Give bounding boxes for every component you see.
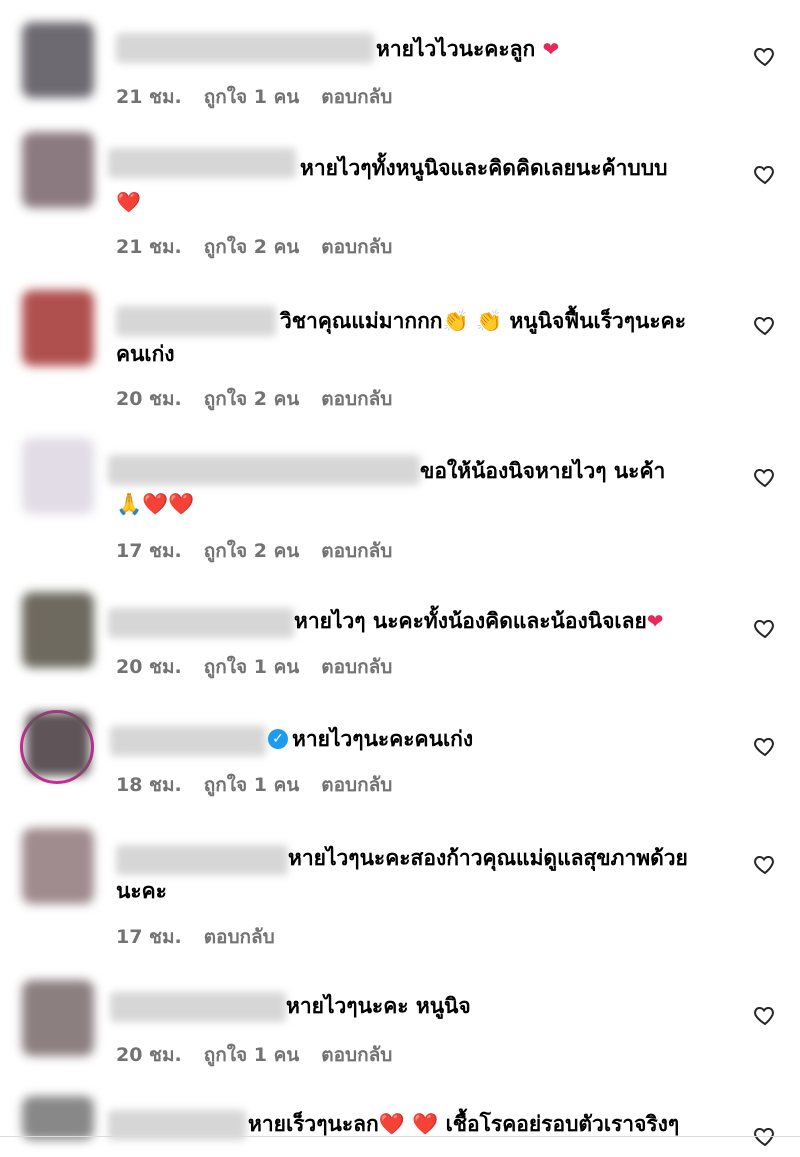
heart-emoji: ❤ [542, 37, 560, 61]
heart-outline-icon[interactable] [752, 852, 778, 876]
comment-text-line2: คนเก่ง [116, 342, 175, 366]
avatar[interactable] [22, 438, 94, 514]
reply-button[interactable]: ตอบกลับ [321, 770, 392, 800]
reply-button[interactable]: ตอบกลับ [321, 536, 392, 566]
comment-text: หายไวๆนะคะสองก้าวคุณแม่ดูแลสุขภาพด้วย [288, 842, 688, 875]
comment-meta: 21 ชม. ถูกใจ 2 คน ตอบกลับ [116, 232, 392, 262]
heart-outline-icon[interactable] [752, 162, 778, 186]
comment-time: 18 ชม. [116, 774, 182, 796]
heart-emoji: ❤️ [116, 190, 141, 214]
comment-meta: 21 ชม. ถูกใจ 1 คน ตอบกลับ [116, 82, 392, 112]
avatar[interactable] [22, 828, 94, 904]
like-count[interactable]: ถูกใจ 1 คน [204, 652, 300, 682]
avatar[interactable] [22, 290, 94, 366]
reply-button[interactable]: ตอบกลับ [204, 922, 275, 952]
like-count[interactable]: ถูกใจ 1 คน [204, 82, 300, 112]
reply-button[interactable]: ตอบกลับ [321, 232, 392, 262]
emoji-line: 🙏❤️❤️ [116, 492, 195, 516]
reply-button[interactable]: ตอบกลับ [321, 1040, 392, 1070]
comment-meta: 20 ชม. ถูกใจ 1 คน ตอบกลับ [116, 652, 392, 682]
avatar[interactable] [22, 132, 94, 208]
comment-meta: 17 ชม. ถูกใจ 2 คน ตอบกลับ [116, 536, 392, 566]
avatar[interactable] [22, 980, 94, 1056]
heart-outline-icon[interactable] [752, 1003, 778, 1027]
username-redacted[interactable] [108, 148, 296, 178]
heart-outline-icon[interactable] [752, 313, 778, 337]
comment-time: 21 ชม. [116, 236, 182, 258]
comment-text: วิชาคุณแม่มากกก👏 👏 หนูนิจฟื้นเร็วๆนะคะ [280, 305, 686, 338]
comment-text: หายไวไวนะคะลูก ❤ [376, 33, 559, 66]
comment-text: หายไวๆนะคะ หนูนิจ [286, 990, 471, 1023]
comment-time: 17 ชม. [116, 540, 182, 562]
comment-body: หายไวๆนะคะสองก้าวคุณแม่ดูแลสุขภาพด้วย [288, 846, 688, 870]
comment-text: หายไวๆนะคะคนเก่ง [292, 723, 473, 756]
avatar[interactable] [22, 22, 94, 98]
comment-body: หายไวๆ นะคะทั้งน้องคิดและน้องนิจเลย [294, 609, 647, 633]
username-redacted[interactable] [116, 845, 288, 875]
heart-outline-icon[interactable] [752, 465, 778, 489]
username-redacted[interactable] [110, 726, 266, 756]
username-redacted[interactable] [116, 33, 374, 63]
like-count[interactable]: ถูกใจ 2 คน [204, 536, 300, 566]
avatar[interactable] [22, 592, 94, 668]
comment-text-line2: นะคะ [116, 879, 167, 903]
comment-meta: 20 ชม. ถูกใจ 1 คน ตอบกลับ [116, 1040, 392, 1070]
like-count[interactable]: ถูกใจ 2 คน [204, 384, 300, 414]
heart-outline-icon[interactable] [752, 616, 778, 640]
heart-outline-icon[interactable] [752, 44, 778, 68]
avatar[interactable] [26, 712, 90, 776]
heart-outline-icon[interactable] [752, 734, 778, 758]
comment-body-cont: ❤️ ❤️ เชื้อโรคอย่รอบตัวเราจริงๆ [378, 1112, 680, 1136]
username-redacted[interactable] [110, 992, 286, 1022]
comment-body: หายไวๆนะคะคนเก่ง [292, 727, 474, 751]
comment-time: 20 ชม. [116, 388, 182, 410]
reply-button[interactable]: ตอบกลับ [321, 652, 392, 682]
username-redacted[interactable] [108, 608, 294, 638]
comment-body: หายไวๆนะคะ หนูนิจ [286, 994, 471, 1018]
reply-button[interactable]: ตอบกลับ [321, 82, 392, 112]
comment-time: 21 ชม. [116, 86, 182, 108]
avatar[interactable] [22, 1096, 94, 1140]
comment-body: ขอให้น้องนิจหายไวๆ นะค้า [420, 459, 666, 483]
comment-text: หายไวๆ นะคะทั้งน้องคิดและน้องนิจเลย❤ [294, 605, 664, 638]
username-redacted[interactable] [108, 455, 420, 485]
comment-body: วิชาคุณแม่มากกก👏 👏 หนูนิจฟื้นเร็วๆนะคะ [280, 309, 687, 333]
comment-body: หายไวๆทั้งหนูนิจและคิดคิดเลยนะค้าบบบ [300, 156, 668, 180]
heart-emoji: ❤ [646, 609, 664, 633]
comment-time: 17 ชม. [116, 926, 182, 948]
verified-badge-icon: ✓ [268, 729, 288, 749]
comment-time: 20 ชม. [116, 656, 182, 678]
comment-text: หายไวๆทั้งหนูนิจและคิดคิดเลยนะค้าบบบ [300, 152, 667, 185]
like-count[interactable]: ถูกใจ 1 คน [204, 770, 300, 800]
like-count[interactable]: ถูกใจ 1 คน [204, 1040, 300, 1070]
comment-body: หายเร็วๆนะลก [248, 1112, 379, 1136]
reply-button[interactable]: ตอบกลับ [321, 384, 392, 414]
divider [0, 1136, 800, 1137]
comment-meta: 18 ชม. ถูกใจ 1 คน ตอบกลับ [116, 770, 392, 800]
username-redacted[interactable] [116, 306, 276, 336]
comment-text: ขอให้น้องนิจหายไวๆ นะค้า [420, 455, 665, 488]
comment-meta: 17 ชม. ตอบกลับ [116, 922, 275, 952]
like-count[interactable]: ถูกใจ 2 คน [204, 232, 300, 262]
comment-body: หายไวไวนะคะลูก [376, 37, 543, 61]
comment-time: 20 ชม. [116, 1044, 182, 1066]
comment-meta: 20 ชม. ถูกใจ 2 คน ตอบกลับ [116, 384, 392, 414]
